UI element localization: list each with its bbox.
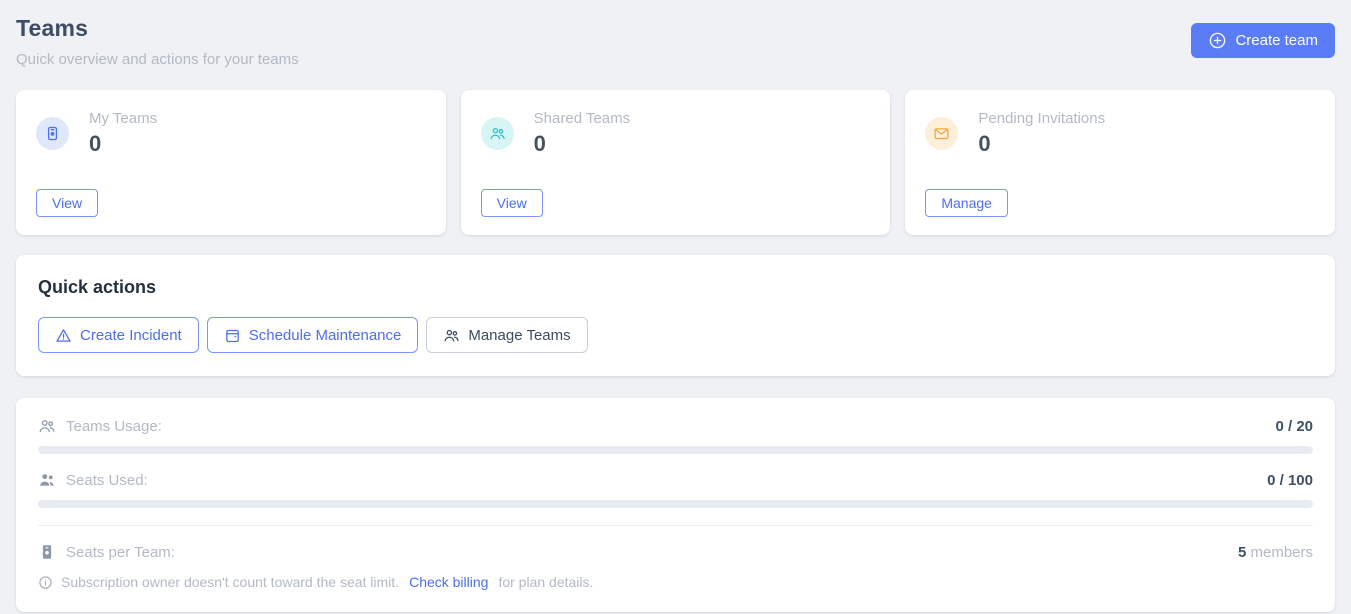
page-title: Teams [16,15,1335,42]
seats-per-team-number: 5 [1238,544,1246,561]
teams-usage-label: Teams Usage: [66,418,162,435]
seats-used-value: 0 / 100 [1267,472,1313,489]
usage-panel: Teams Usage: 0 / 20 Seats Used: 0 / 100 [16,398,1335,612]
quick-actions-title: Quick actions [38,277,1313,298]
seats-per-team-value: 5 members [1238,544,1313,561]
card-count: 0 [534,131,630,157]
teams-usage-value: 0 / 20 [1275,418,1313,435]
stat-cards-row: My Teams 0 View Shared Teams 0 View [16,90,1335,235]
users-icon [481,117,514,150]
usage-note-suffix: for plan details. [498,574,593,590]
teams-usage-row: Teams Usage: 0 / 20 [38,417,1313,435]
usage-note-text: Subscription owner doesn't count toward … [61,574,399,590]
manage-teams-label: Manage Teams [468,327,570,344]
manage-invitations-button[interactable]: Manage [925,189,1008,217]
shared-teams-card: Shared Teams 0 View [461,90,891,235]
seats-per-team-unit: members [1250,544,1313,561]
badge-icon [36,117,69,150]
seats-per-team-row: Seats per Team: 5 members [38,543,1313,561]
create-incident-button[interactable]: Create Incident [38,317,199,353]
usage-divider [38,525,1313,526]
users-outline-icon [38,417,56,435]
card-title: Pending Invitations [978,110,1105,127]
card-title: Shared Teams [534,110,630,127]
pending-invitations-card: Pending Invitations 0 Manage [905,90,1335,235]
teams-usage-progressbar [38,446,1313,454]
card-count: 0 [978,131,1105,157]
badge-filled-icon [38,543,56,561]
schedule-maintenance-button[interactable]: Schedule Maintenance [207,317,419,353]
view-my-teams-button[interactable]: View [36,189,98,217]
plus-circle-icon [1208,31,1227,50]
seats-used-row: Seats Used: 0 / 100 [38,471,1313,489]
card-count: 0 [89,131,157,157]
schedule-maintenance-label: Schedule Maintenance [249,327,402,344]
warning-icon [55,327,72,344]
calendar-icon [224,327,241,344]
users-filled-icon [38,471,56,489]
quick-actions-panel: Quick actions Create Incident Schedule M… [16,255,1335,376]
create-team-button[interactable]: Create team [1191,23,1335,58]
manage-teams-button[interactable]: Manage Teams [426,317,587,353]
check-billing-link[interactable]: Check billing [409,574,488,590]
usage-note: Subscription owner doesn't count toward … [38,574,1313,590]
seats-per-team-label: Seats per Team: [66,544,175,561]
mail-icon [925,117,958,150]
seats-used-label: Seats Used: [66,472,148,489]
create-incident-label: Create Incident [80,327,182,344]
card-title: My Teams [89,110,157,127]
quick-actions-buttons: Create Incident Schedule Maintenance [38,317,1313,353]
create-team-label: Create team [1235,32,1318,49]
my-teams-card: My Teams 0 View [16,90,446,235]
seats-used-progressbar [38,500,1313,508]
page-subtitle: Quick overview and actions for your team… [16,51,1335,68]
view-shared-teams-button[interactable]: View [481,189,543,217]
users-icon [443,327,460,344]
page-header: Teams Quick overview and actions for you… [16,15,1335,68]
info-icon [38,575,53,590]
